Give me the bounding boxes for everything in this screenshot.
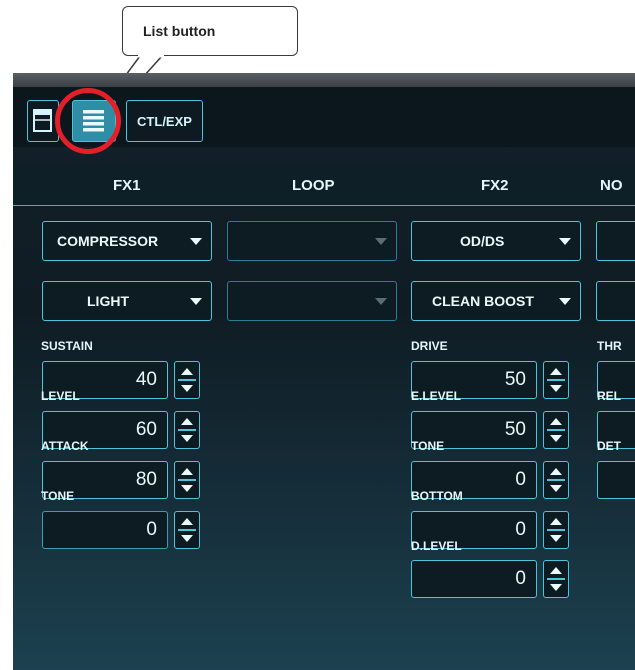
fx1-mode-value: LIGHT xyxy=(87,293,129,309)
param-label: REL xyxy=(597,389,621,403)
ns-mode-dropdown[interactable] xyxy=(596,281,635,321)
fx1-type-dropdown[interactable]: COMPRESSOR xyxy=(42,221,212,261)
param-label: ATTACK xyxy=(41,439,89,453)
param-label: LEVEL xyxy=(41,389,80,403)
param-label: BOTTOM xyxy=(411,489,463,503)
bottom-stepper[interactable] xyxy=(543,511,569,549)
arrow-up-icon[interactable] xyxy=(550,368,562,375)
chevron-down-icon xyxy=(190,238,202,245)
arrow-down-icon[interactable] xyxy=(550,435,562,442)
chevron-down-icon xyxy=(375,238,387,245)
arrow-down-icon[interactable] xyxy=(181,535,193,542)
param-label: TONE xyxy=(41,489,75,503)
arrow-down-icon[interactable] xyxy=(181,435,193,442)
param-label: DET xyxy=(597,439,621,453)
loop-type-dropdown[interactable] xyxy=(227,221,397,261)
chevron-down-icon xyxy=(559,298,571,305)
arrow-down-icon[interactable] xyxy=(550,485,562,492)
arrow-up-icon[interactable] xyxy=(181,468,193,475)
loop-mode-dropdown[interactable] xyxy=(227,281,397,321)
arrow-up-icon[interactable] xyxy=(550,468,562,475)
d-level-value-field[interactable]: 0 xyxy=(411,560,537,598)
param-label: TONE xyxy=(411,439,445,453)
col-fx1[interactable]: FX1 xyxy=(113,177,141,194)
param-label: SUSTAIN xyxy=(41,339,93,353)
window-top-bar xyxy=(13,73,635,87)
fx2-type-value: OD/DS xyxy=(460,233,505,249)
arrow-up-icon[interactable] xyxy=(181,518,193,525)
level-stepper[interactable] xyxy=(174,411,200,449)
col-fx2[interactable]: FX2 xyxy=(481,177,509,194)
drive-stepper[interactable] xyxy=(543,361,569,399)
arrow-up-icon[interactable] xyxy=(550,567,562,574)
arrow-up-icon[interactable] xyxy=(181,368,193,375)
app-window: CTL/EXP FX1 LOOP FX2 NO COMPRESSOR OD/DS… xyxy=(13,73,635,670)
col-ns[interactable]: NO xyxy=(600,177,623,194)
sustain-stepper[interactable] xyxy=(174,361,200,399)
chevron-down-icon xyxy=(559,238,571,245)
arrow-down-icon[interactable] xyxy=(550,535,562,542)
d-level-stepper[interactable] xyxy=(543,560,569,598)
arrow-down-icon[interactable] xyxy=(550,385,562,392)
fx1-type-value: COMPRESSOR xyxy=(57,233,159,249)
arrow-up-icon[interactable] xyxy=(550,518,562,525)
tone-stepper[interactable] xyxy=(174,511,200,549)
param-label: E.LEVEL xyxy=(411,389,462,403)
fx2-mode-value: CLEAN BOOST xyxy=(432,293,534,309)
arrow-down-icon[interactable] xyxy=(181,485,193,492)
param-label: THR xyxy=(597,339,622,353)
param-label: D.LEVEL xyxy=(411,539,462,553)
highlight-ring xyxy=(55,88,121,154)
e-level-stepper[interactable] xyxy=(543,411,569,449)
attack-stepper[interactable] xyxy=(174,461,200,499)
arrow-down-icon[interactable] xyxy=(550,584,562,591)
fx1-mode-dropdown[interactable]: LIGHT xyxy=(42,281,212,321)
ns-type-dropdown[interactable] xyxy=(596,221,635,261)
ctl-exp-button[interactable]: CTL/EXP xyxy=(126,100,203,142)
arrow-down-icon[interactable] xyxy=(181,385,193,392)
tone-value-field[interactable]: 0 xyxy=(42,511,168,549)
fx2-mode-dropdown[interactable]: CLEAN BOOST xyxy=(411,281,581,321)
col-loop[interactable]: LOOP xyxy=(292,177,335,194)
effect-header-row: FX1 LOOP FX2 NO xyxy=(13,163,635,206)
param-label: DRIVE xyxy=(411,339,448,353)
tone-stepper[interactable] xyxy=(543,461,569,499)
grid-view-icon xyxy=(33,109,52,132)
callout-text: List button xyxy=(143,23,216,39)
arrow-up-icon[interactable] xyxy=(181,418,193,425)
fx2-type-dropdown[interactable]: OD/DS xyxy=(411,221,581,261)
chevron-down-icon xyxy=(190,298,202,305)
arrow-up-icon[interactable] xyxy=(550,418,562,425)
chevron-down-icon xyxy=(375,298,387,305)
ns-detect-field[interactable] xyxy=(597,461,635,499)
callout-box: List button xyxy=(122,6,298,56)
